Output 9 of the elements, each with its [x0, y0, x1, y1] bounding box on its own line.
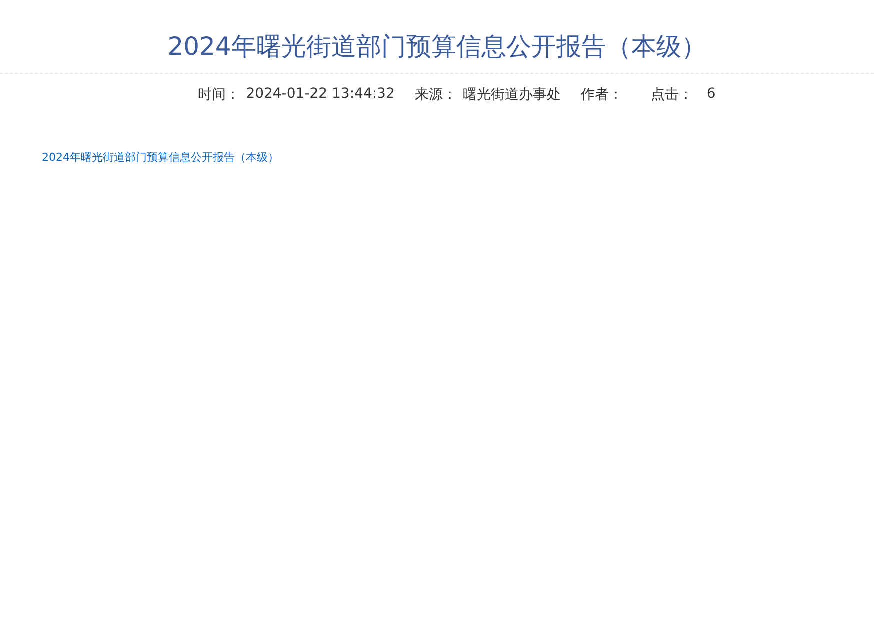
meta-label: 作者： [580, 86, 623, 104]
meta-label: 点击： [650, 86, 693, 104]
meta-value: 2024-01-22 13:44:32 [246, 86, 395, 104]
meta-value: 曙光街道办事处 [462, 86, 561, 104]
meta-value: 6 [706, 86, 716, 104]
attachment-link[interactable]: 2024年曙光街道部门预算信息公开报告（本级） [42, 151, 279, 164]
meta-label: 时间： [198, 86, 240, 104]
meta-label: 来源： [414, 86, 457, 104]
article-title: 2024年曙光街道部门预算信息公开报告（本级） [0, 0, 874, 74]
